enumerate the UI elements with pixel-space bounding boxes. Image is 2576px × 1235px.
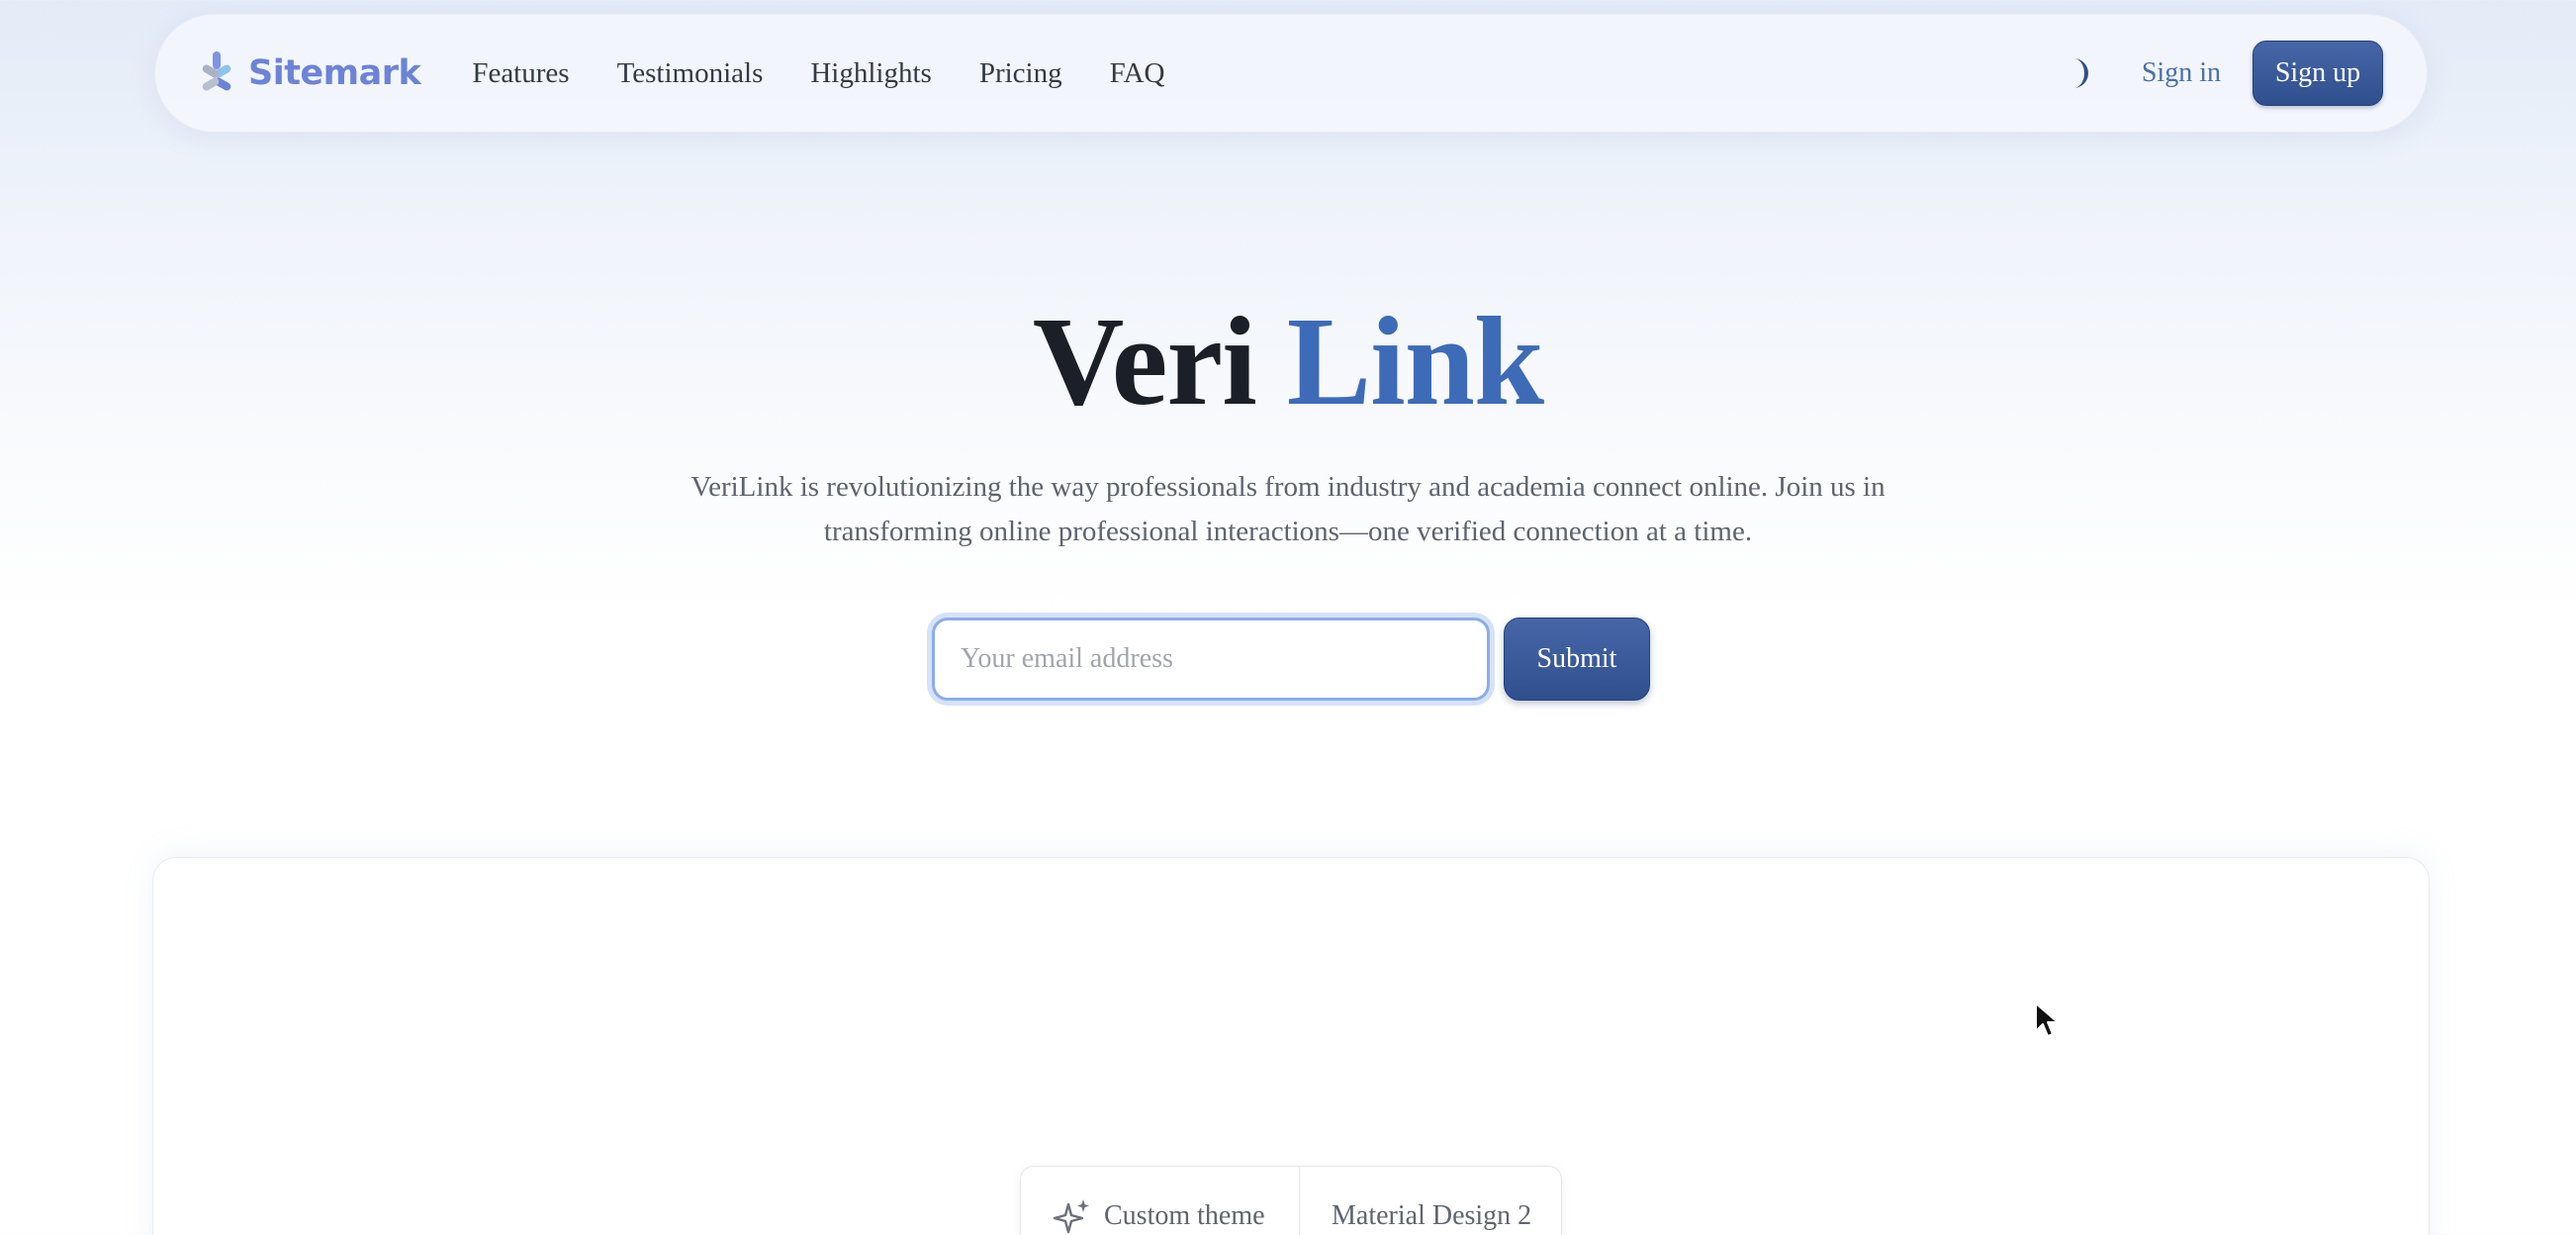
sign-in-link[interactable]: Sign in bbox=[2142, 57, 2221, 89]
theme-switcher: Custom theme Material Design 2 bbox=[1020, 1166, 1562, 1235]
custom-theme-option[interactable]: Custom theme bbox=[1021, 1167, 1300, 1235]
nav-link-highlights[interactable]: Highlights bbox=[810, 57, 931, 90]
sitemark-logo-icon bbox=[202, 51, 231, 91]
nav-links: Features Testimonials Highlights Pricing… bbox=[472, 57, 1212, 90]
nav-link-pricing[interactable]: Pricing bbox=[979, 57, 1062, 90]
hero-title: Veri Link bbox=[0, 287, 2576, 435]
mouse-cursor-icon bbox=[2035, 1002, 2059, 1037]
hero-subtitle-line1: VeriLink is revolutionizing the way prof… bbox=[690, 471, 1886, 503]
moon-icon bbox=[2072, 58, 2088, 88]
email-signup-form: Submit bbox=[932, 618, 1650, 701]
submit-button[interactable]: Submit bbox=[1504, 618, 1650, 701]
sign-up-button[interactable]: Sign up bbox=[2253, 41, 2383, 106]
material-design-option[interactable]: Material Design 2 bbox=[1300, 1167, 1561, 1235]
email-input[interactable] bbox=[932, 618, 1490, 701]
hero-title-part2: Link bbox=[1286, 291, 1544, 431]
nav-link-faq[interactable]: FAQ bbox=[1110, 57, 1165, 90]
theme-toggle-button[interactable] bbox=[2061, 53, 2100, 93]
material-design-label: Material Design 2 bbox=[1332, 1200, 1532, 1231]
nav-link-testimonials[interactable]: Testimonials bbox=[617, 57, 764, 90]
hero-subtitle-line2: transforming online professional interac… bbox=[823, 516, 1753, 547]
brand-name: Sitemark bbox=[248, 53, 421, 93]
nav-actions: Sign in Sign up bbox=[2061, 41, 2383, 106]
hero-subtitle: VeriLink is revolutionizing the way prof… bbox=[0, 465, 2576, 554]
top-navbar: Sitemark Features Testimonials Highlight… bbox=[154, 14, 2428, 133]
brand-logo[interactable]: Sitemark bbox=[195, 49, 421, 97]
hero-title-part1: Veri bbox=[1032, 291, 1257, 431]
sparkle-icon bbox=[1053, 1199, 1089, 1234]
nav-link-features[interactable]: Features bbox=[472, 57, 569, 90]
custom-theme-label: Custom theme bbox=[1104, 1200, 1265, 1231]
